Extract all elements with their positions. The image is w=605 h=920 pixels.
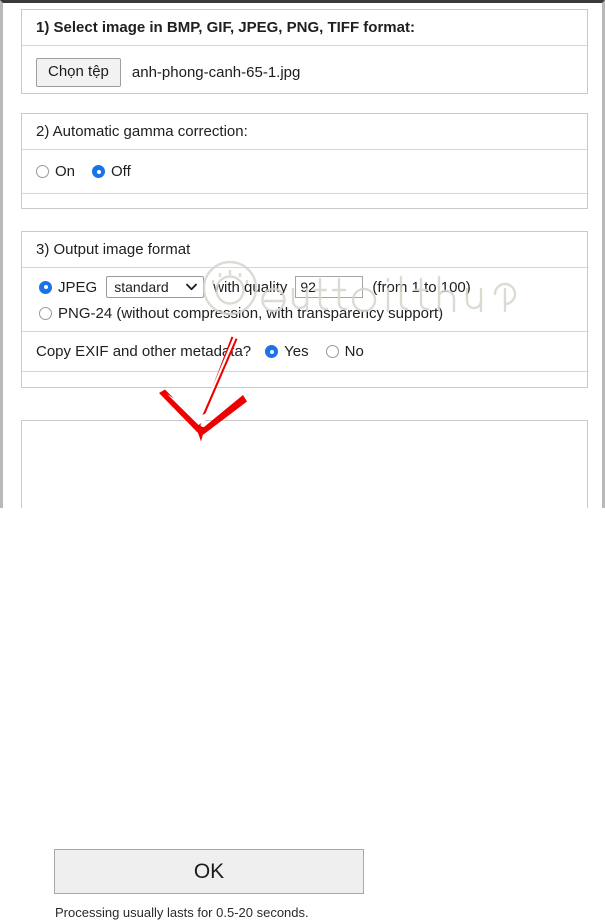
quality-input[interactable]: 92 (295, 276, 364, 298)
exif-option-no-label: No (344, 343, 364, 360)
divider (22, 371, 587, 372)
quality-prefix-label: with quality (213, 278, 288, 296)
radio-on-icon[interactable] (36, 165, 49, 178)
radio-yes-icon[interactable] (265, 345, 279, 358)
radio-off-icon[interactable] (92, 165, 106, 178)
jpeg-label: JPEG (58, 278, 98, 296)
selected-file-name: anh-phong-canh-65-1.jpg (131, 64, 301, 81)
gamma-option-off[interactable]: Off (92, 163, 131, 180)
ok-button[interactable]: OK (54, 849, 364, 894)
jpeg-profile-selected-value: standard (114, 279, 169, 295)
section-3-heading: 3) Output image format (36, 241, 191, 258)
section-submit: OK Processing usually lasts for 0.5-20 s… (21, 420, 588, 920)
gamma-options-row: On Off (22, 150, 587, 193)
file-picker-row: Chọn tệp anh-phong-canh-65-1.jpg (22, 46, 587, 97)
gamma-option-off-label: Off (111, 163, 131, 180)
chevron-down-icon (186, 283, 198, 291)
png-option-row: PNG-24 (without compression, with transp… (22, 302, 587, 331)
section-2-heading: 2) Automatic gamma correction: (36, 123, 248, 140)
section-output-format: 3) Output image format JPEG standard wit… (21, 231, 588, 388)
exif-option-yes[interactable]: Yes (265, 343, 309, 360)
quality-hint-label: (from 1 to 100) (372, 278, 471, 296)
radio-jpeg-icon[interactable] (39, 280, 52, 294)
gamma-option-on-label: On (55, 163, 76, 180)
section-gamma-correction: 2) Automatic gamma correction: On Off (21, 113, 588, 209)
exif-option-yes-label: Yes (284, 343, 309, 360)
radio-no-icon[interactable] (325, 345, 339, 358)
section-1-heading: 1) Select image in BMP, GIF, JPEG, PNG, … (36, 19, 415, 36)
radio-png-icon[interactable] (39, 307, 52, 320)
png-label: PNG-24 (without compression, with transp… (58, 305, 444, 322)
gamma-option-on[interactable]: On (36, 163, 75, 180)
section-select-image: 1) Select image in BMP, GIF, JPEG, PNG, … (21, 9, 588, 94)
exif-row: Copy EXIF and other metadata? Yes No (22, 332, 587, 371)
jpeg-profile-select[interactable]: standard (106, 276, 205, 298)
jpeg-option-row: JPEG standard with quality 92 (from 1 to… (22, 268, 587, 302)
processing-note: Processing usually lasts for 0.5-20 seco… (55, 905, 309, 920)
choose-file-button[interactable]: Chọn tệp (36, 58, 121, 87)
page-root: 1) Select image in BMP, GIF, JPEG, PNG, … (0, 0, 605, 920)
exif-question-label: Copy EXIF and other metadata? (36, 343, 252, 360)
divider (22, 193, 587, 194)
exif-option-no[interactable]: No (325, 343, 364, 360)
